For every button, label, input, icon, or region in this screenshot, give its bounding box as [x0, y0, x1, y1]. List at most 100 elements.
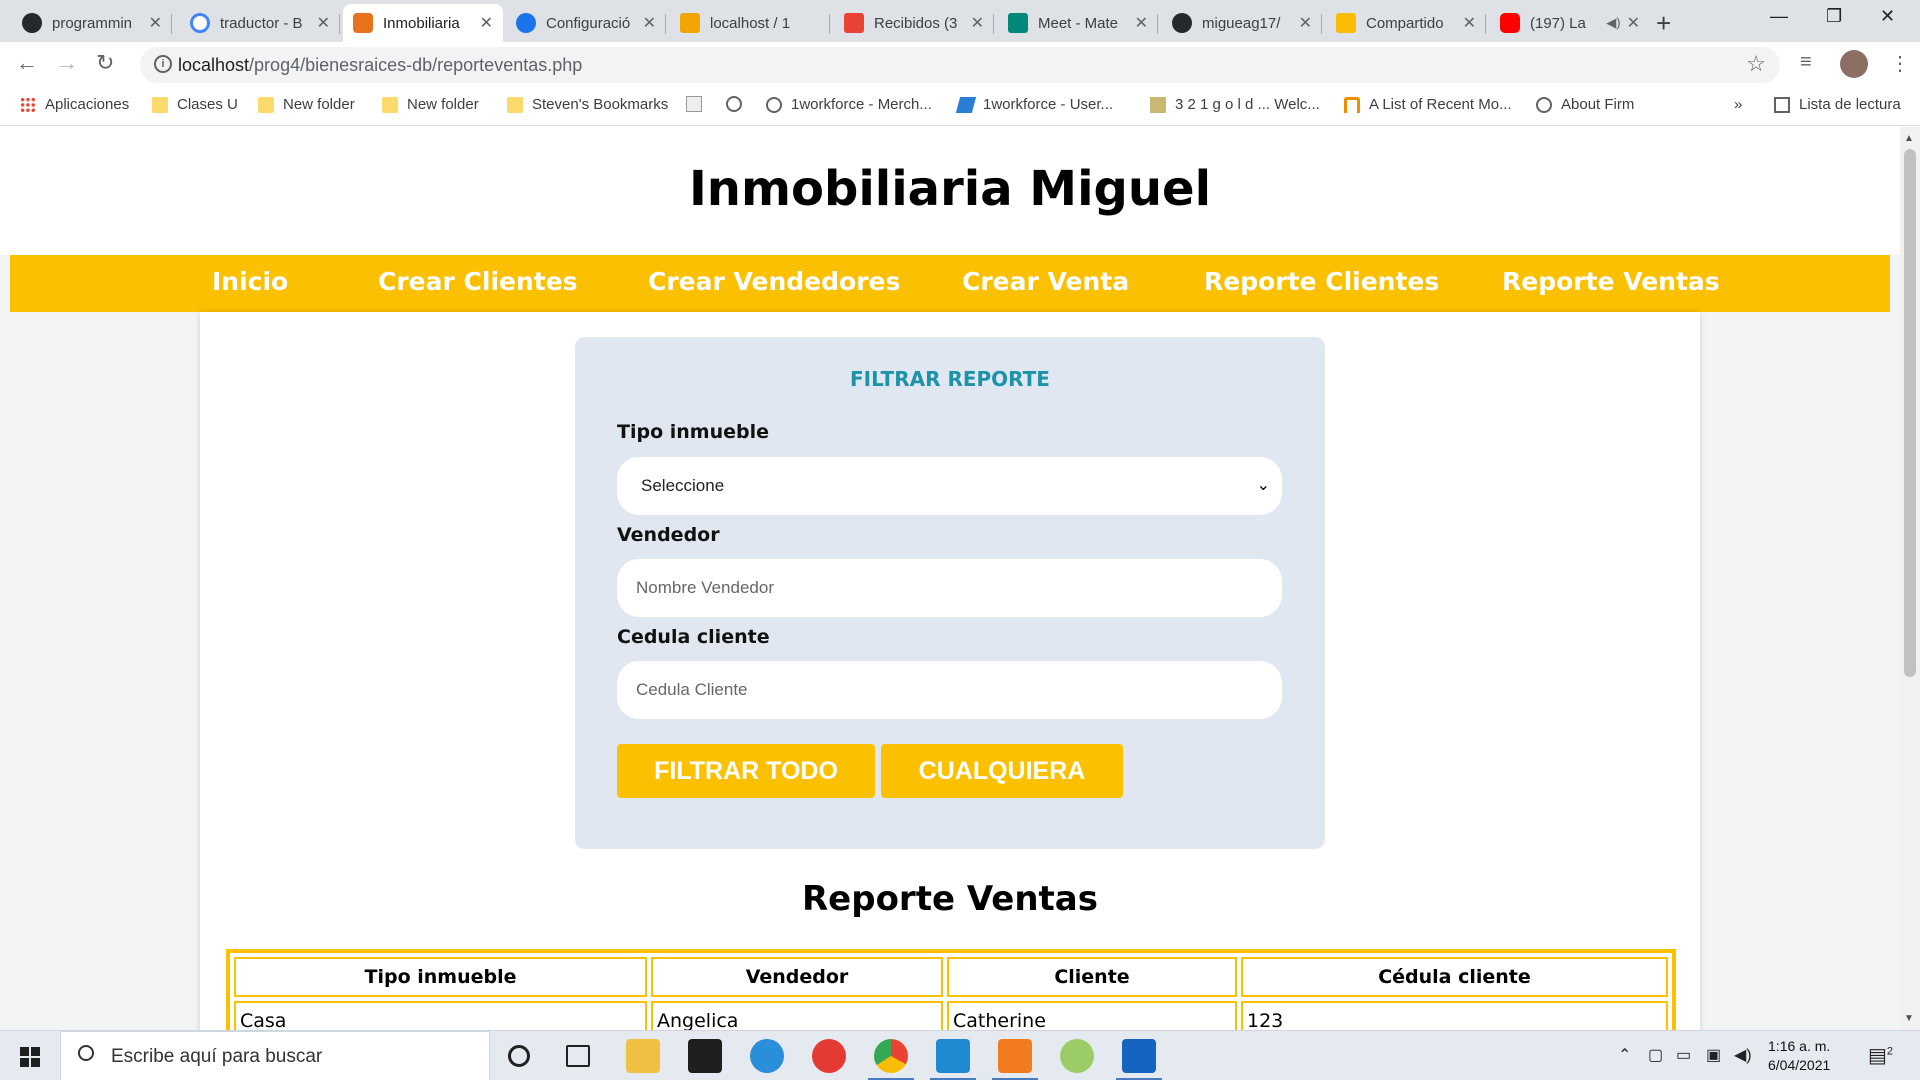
app-red-icon[interactable] [812, 1039, 846, 1073]
scrollbar-thumb[interactable] [1904, 149, 1916, 677]
file-explorer-icon[interactable] [626, 1039, 660, 1073]
browser-tab[interactable]: Configuració ✕ [506, 4, 666, 42]
tray-volume-icon[interactable]: ◀) [1734, 1045, 1752, 1065]
report-title: Reporte Ventas [801, 879, 1098, 919]
forward-icon[interactable]: → [56, 50, 78, 76]
folder-icon [258, 96, 274, 113]
back-icon[interactable]: ← [16, 50, 38, 76]
minimize-icon[interactable]: — [1770, 6, 1788, 27]
vendedor-label: Vendedor [617, 524, 720, 546]
bookmark-about-firm[interactable]: About Firm [1536, 96, 1634, 113]
bookmark-aplicaciones[interactable]: Aplicaciones [20, 96, 129, 113]
site-header: Inmobiliaria Miguel [0, 127, 1900, 255]
vscode-icon[interactable] [930, 1039, 976, 1080]
tray-device-icon[interactable]: ▢ [1648, 1045, 1663, 1065]
browser-tab[interactable]: traductor - B ✕ [180, 4, 340, 42]
nav-crear-clientes[interactable]: Crear Clientes [378, 267, 578, 296]
chrome-icon[interactable] [868, 1039, 914, 1080]
close-icon[interactable]: ✕ [317, 13, 330, 33]
address-bar[interactable]: i localhost/prog4/bienesraices-db/report… [140, 47, 1780, 83]
xampp-icon[interactable] [992, 1039, 1038, 1080]
taskbar-search[interactable]: Escribe aquí para buscar [60, 1031, 490, 1080]
page-scrollbar[interactable]: ▲ ▼ [1900, 127, 1920, 1030]
browser-tab[interactable]: programmin ✕ [12, 4, 172, 42]
folder-icon [152, 96, 168, 113]
close-icon[interactable]: ✕ [149, 13, 162, 33]
close-icon[interactable]: ✕ [1135, 13, 1148, 33]
column-header: Cliente [947, 957, 1237, 997]
speaker-icon[interactable]: ◀) [1606, 15, 1620, 31]
task-view-icon[interactable] [566, 1045, 590, 1067]
bookmark-globe[interactable] [726, 96, 751, 112]
reading-list[interactable]: Lista de lectura [1774, 96, 1901, 113]
paint-icon[interactable] [1060, 1039, 1094, 1073]
xampp-icon [353, 13, 373, 33]
menu-icon[interactable]: ⋮ [1890, 51, 1910, 76]
vendedor-input[interactable] [617, 559, 1282, 617]
bookmark-1workforce-user[interactable]: 1workforce - User... [955, 96, 1113, 113]
reload-icon[interactable]: ↻ [96, 50, 114, 76]
youtube-icon [1500, 13, 1520, 33]
tray-chevron-icon[interactable]: ⌃ [1618, 1045, 1631, 1065]
tray-network-icon[interactable]: ▣ [1706, 1045, 1721, 1065]
cortana-icon[interactable] [508, 1045, 530, 1067]
table-cell: Casa [234, 1001, 647, 1030]
browser-tab-active[interactable]: Inmobiliaria ✕ [343, 4, 503, 42]
close-icon[interactable]: ✕ [1463, 13, 1476, 33]
cedula-cliente-input[interactable] [617, 661, 1282, 719]
bookmark-folder[interactable]: New folder [258, 96, 355, 113]
bookmark-1workforce-merch[interactable]: 1workforce - Merch... [766, 96, 932, 113]
scroll-up-icon[interactable]: ▲ [1904, 133, 1914, 144]
browser-tab[interactable]: Meet - Mate ✕ [998, 4, 1158, 42]
nav-crear-venta[interactable]: Crear Venta [962, 267, 1129, 296]
bookmark-folder[interactable]: Steven's Bookmarks [507, 96, 668, 113]
bookmarks-more[interactable]: » [1734, 96, 1742, 113]
browser-tab[interactable]: localhost / 1 [670, 4, 830, 42]
bookmark-recent-movies[interactable]: A List of Recent Mo... [1344, 96, 1512, 113]
close-window-icon[interactable]: ✕ [1880, 6, 1895, 27]
taskbar-clock[interactable]: 1:16 a. m. 6/04/2021 [1768, 1037, 1830, 1075]
close-icon[interactable]: ✕ [480, 13, 493, 33]
photos-icon[interactable] [1116, 1039, 1162, 1080]
tray-battery-icon[interactable]: ▭ [1676, 1045, 1691, 1065]
cualquiera-button[interactable]: CUALQUIERA [881, 744, 1123, 798]
avatar[interactable] [1840, 50, 1868, 78]
close-icon[interactable]: ✕ [1299, 13, 1312, 33]
browser-tab[interactable]: (197) La ◀) ✕ [1490, 4, 1650, 42]
browser-tab[interactable]: migueag17/ ✕ [1162, 4, 1322, 42]
bookmark-321gold[interactable]: 3 2 1 g o l d ... Welc... [1150, 96, 1320, 113]
apps-icon [20, 96, 36, 113]
close-icon[interactable]: ✕ [1627, 13, 1640, 33]
media-control-icon[interactable]: ≡ [1800, 51, 1812, 74]
nav-reporte-clientes[interactable]: Reporte Clientes [1204, 267, 1439, 296]
close-icon[interactable]: ✕ [971, 13, 984, 33]
browser-tab[interactable]: Compartido ✕ [1326, 4, 1486, 42]
tipo-inmueble-select[interactable]: Seleccione ⌄ [617, 457, 1282, 515]
scroll-down-icon[interactable]: ▼ [1904, 1013, 1914, 1024]
bookmark-folder[interactable]: Clases U [152, 96, 238, 113]
page-icon [686, 96, 702, 112]
notification-center-icon[interactable]: ▤2 [1868, 1043, 1893, 1068]
bookmark-page[interactable] [686, 96, 711, 112]
folder-icon [507, 96, 523, 113]
bookmark-folder[interactable]: New folder [382, 96, 479, 113]
maximize-icon[interactable]: ❐ [1826, 6, 1842, 27]
bookmark-star-icon[interactable]: ☆ [1746, 51, 1766, 77]
filtrar-todo-button[interactable]: FILTRAR TODO [617, 744, 875, 798]
windows-start-icon[interactable] [20, 1047, 40, 1067]
nav-reporte-ventas[interactable]: Reporte Ventas [1502, 267, 1720, 296]
new-tab-icon[interactable]: + [1656, 8, 1671, 39]
nav-inicio[interactable]: Inicio [212, 267, 288, 296]
edge-icon[interactable] [750, 1039, 784, 1073]
notion-icon[interactable] [688, 1039, 722, 1073]
taskbar-search-placeholder: Escribe aquí para buscar [111, 1046, 323, 1067]
close-icon[interactable]: ✕ [643, 13, 656, 33]
search-icon [78, 1045, 94, 1061]
info-icon[interactable]: i [154, 55, 172, 73]
bookmarks-bar: Aplicaciones Clases U New folder New fol… [0, 88, 1920, 126]
site-title: Inmobiliaria Miguel [688, 161, 1212, 217]
nav-crear-vendedores[interactable]: Crear Vendedores [648, 267, 900, 296]
browser-tab[interactable]: Recibidos (3 ✕ [834, 4, 994, 42]
workforce-icon [955, 96, 977, 113]
column-header: Vendedor [651, 957, 943, 997]
